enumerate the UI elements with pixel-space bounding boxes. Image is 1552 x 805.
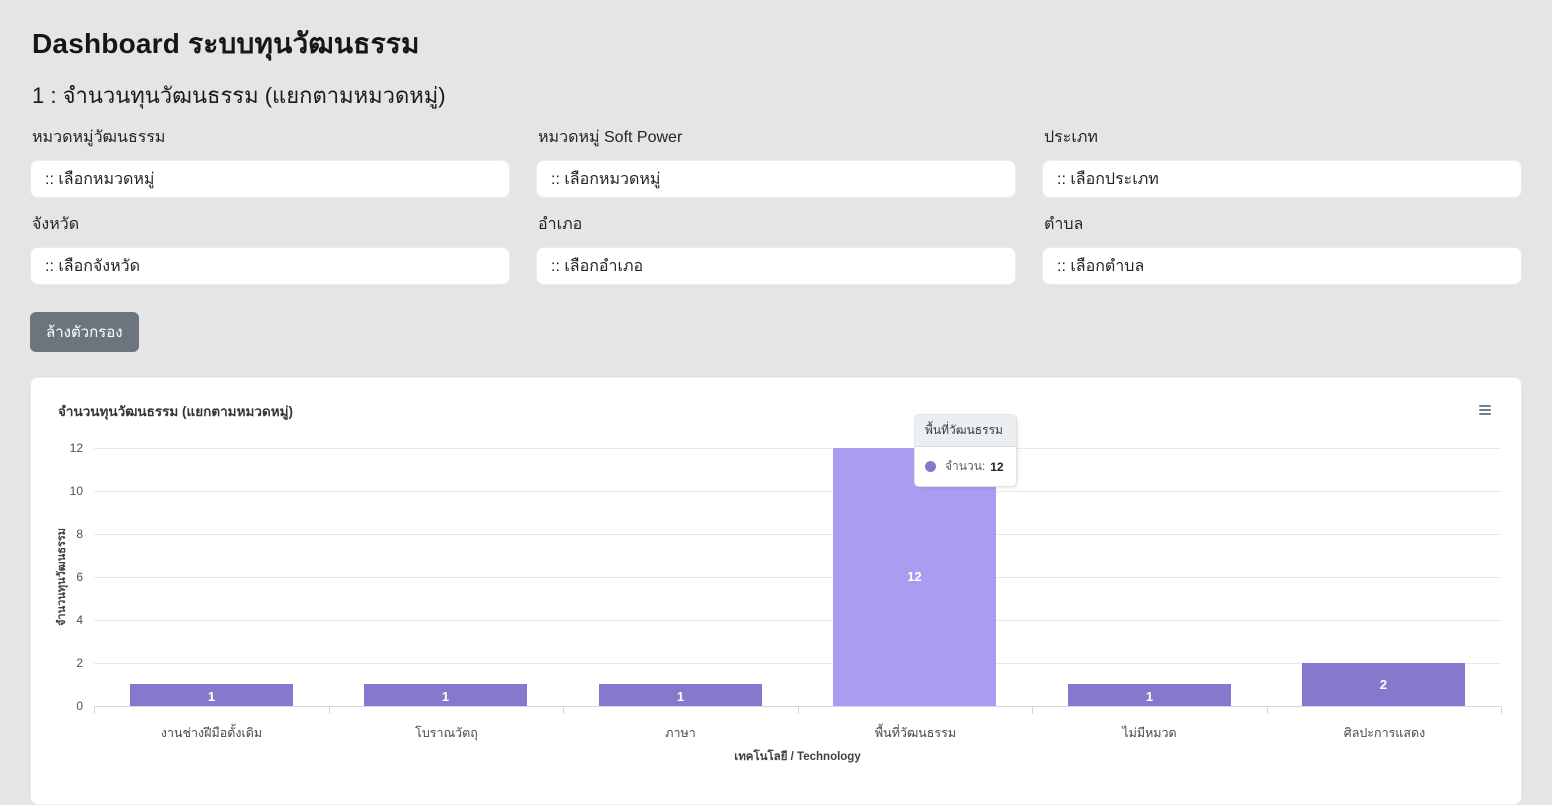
bar-value-label: 1 bbox=[364, 689, 527, 704]
section-title: 1 : จำนวนทุนวัฒนธรรม (แยกตามหมวดหมู่) bbox=[32, 78, 1522, 113]
category-label: งานช่างฝีมือดั้งเดิม bbox=[94, 723, 329, 743]
series-marker-icon bbox=[925, 461, 936, 472]
tooltip-series-label: จำนวน: bbox=[945, 457, 985, 476]
chart-tooltip: พื้นที่วัฒนธรรม จำนวน: 12 bbox=[914, 414, 1017, 487]
subdistrict-select[interactable]: :: เลือกตำบล bbox=[1042, 247, 1522, 285]
gridline bbox=[94, 534, 1501, 535]
filter-grid: หมวดหมู่วัฒนธรรม :: เลือกหมวดหมู่ หมวดหม… bbox=[30, 123, 1522, 285]
bar-value-label: 12 bbox=[833, 569, 996, 584]
tooltip-value: 12 bbox=[990, 460, 1003, 474]
x-axis-tick bbox=[563, 706, 564, 714]
page-title: Dashboard ระบบทุนวัฒนธรรม bbox=[32, 22, 1522, 66]
clear-filters-button[interactable]: ล้างตัวกรอง bbox=[30, 312, 139, 352]
province-select[interactable]: :: เลือกจังหวัด bbox=[30, 247, 510, 285]
y-tick-label: 2 bbox=[76, 656, 83, 670]
bar-value-label: 2 bbox=[1302, 677, 1465, 692]
chart-card: จำนวนทุนวัฒนธรรม (แยกตามหมวดหมู่) จำนวนท… bbox=[30, 377, 1522, 805]
filter-label: ตำบล bbox=[1044, 212, 1522, 237]
softpower-category-select[interactable]: :: เลือกหมวดหมู่ bbox=[536, 160, 1016, 198]
x-axis-tick bbox=[329, 706, 330, 714]
tooltip-title: พื้นที่วัฒนธรรม bbox=[915, 415, 1016, 447]
filter-label: จังหวัด bbox=[32, 212, 510, 237]
chart-title: จำนวนทุนวัฒนธรรม (แยกตามหมวดหมู่) bbox=[58, 400, 293, 422]
x-axis-tick bbox=[1501, 706, 1502, 714]
gridline bbox=[94, 448, 1501, 449]
y-tick-label: 0 bbox=[76, 699, 83, 713]
y-tick-label: 8 bbox=[76, 527, 83, 541]
y-axis-title: จำนวนทุนวัฒนธรรม bbox=[53, 528, 71, 626]
filter-district: อำเภอ :: เลือกอำเภอ bbox=[536, 210, 1016, 285]
filter-culture-category: หมวดหมู่วัฒนธรรม :: เลือกหมวดหมู่ bbox=[30, 123, 510, 198]
district-select[interactable]: :: เลือกอำเภอ bbox=[536, 247, 1016, 285]
culture-category-select[interactable]: :: เลือกหมวดหมู่ bbox=[30, 160, 510, 198]
type-select[interactable]: :: เลือกประเภท bbox=[1042, 160, 1522, 198]
y-tick-label: 4 bbox=[76, 613, 83, 627]
filter-label: หมวดหมู่วัฒนธรรม bbox=[32, 125, 510, 150]
bar-chart-plot: จำนวนทุนวัฒนธรรม เทคโนโลยี / Technology … bbox=[94, 448, 1501, 706]
filter-label: หมวดหมู่ Soft Power bbox=[538, 125, 1016, 150]
category-label: ไม่มีหมวด bbox=[1032, 723, 1267, 743]
bar-value-label: 1 bbox=[1068, 689, 1231, 704]
chart-menu-icon[interactable] bbox=[1477, 401, 1493, 419]
bar[interactable]: 2 bbox=[1302, 663, 1465, 706]
filter-province: จังหวัด :: เลือกจังหวัด bbox=[30, 210, 510, 285]
filter-label: ประเภท bbox=[1044, 125, 1522, 150]
category-label: ภาษา bbox=[563, 723, 798, 743]
category-label: โบราณวัตถุ bbox=[329, 723, 564, 743]
bar-value-label: 1 bbox=[599, 689, 762, 704]
gridline bbox=[94, 663, 1501, 664]
category-label: ศิลปะการแสดง bbox=[1267, 723, 1502, 743]
x-axis-tick bbox=[1032, 706, 1033, 714]
filter-label: อำเภอ bbox=[538, 212, 1016, 237]
x-axis-title: เทคโนโลยี / Technology bbox=[94, 748, 1501, 766]
bar[interactable]: 1 bbox=[1068, 684, 1231, 706]
y-tick-label: 12 bbox=[70, 441, 83, 455]
filter-softpower-category: หมวดหมู่ Soft Power :: เลือกหมวดหมู่ bbox=[536, 123, 1016, 198]
y-tick-label: 6 bbox=[76, 570, 83, 584]
filter-subdistrict: ตำบล :: เลือกตำบล bbox=[1042, 210, 1522, 285]
x-axis-tick bbox=[798, 706, 799, 714]
filter-type: ประเภท :: เลือกประเภท bbox=[1042, 123, 1522, 198]
bar[interactable]: 1 bbox=[599, 684, 762, 706]
gridline bbox=[94, 491, 1501, 492]
gridline bbox=[94, 620, 1501, 621]
category-label: พื้นที่วัฒนธรรม bbox=[798, 723, 1033, 743]
y-tick-label: 10 bbox=[70, 484, 83, 498]
bar[interactable]: 1 bbox=[364, 684, 527, 706]
bar[interactable]: 1 bbox=[130, 684, 293, 706]
gridline bbox=[94, 577, 1501, 578]
bar-value-label: 1 bbox=[130, 689, 293, 704]
x-axis-tick bbox=[94, 706, 95, 714]
x-axis-tick bbox=[1267, 706, 1268, 714]
